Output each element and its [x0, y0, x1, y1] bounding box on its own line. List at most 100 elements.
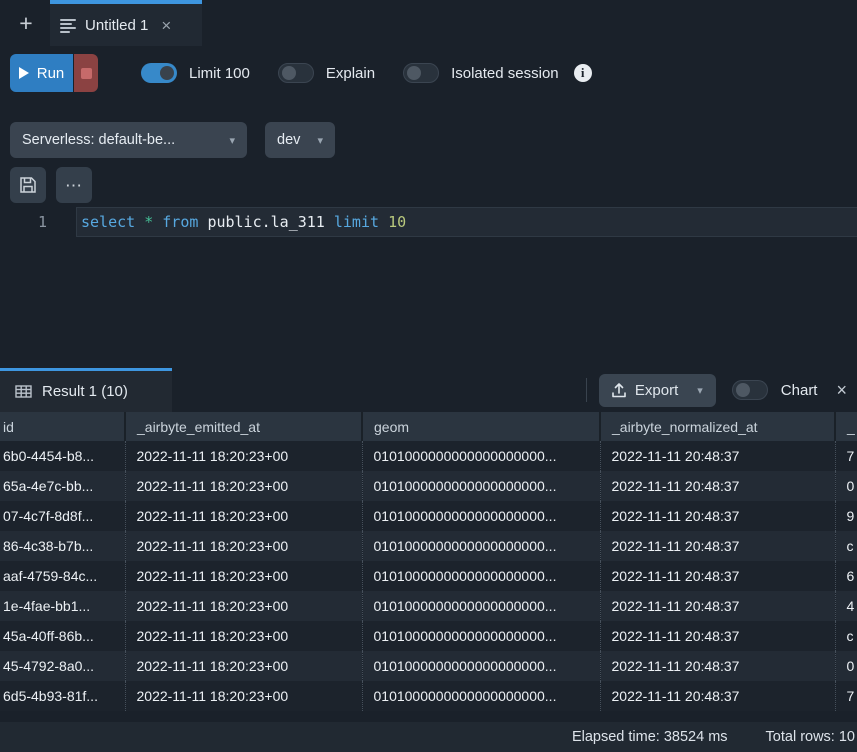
chevron-down-icon: ▾ [229, 134, 235, 147]
column-header-geom[interactable]: geom [362, 412, 600, 441]
cell-id: aaf-4759-84c... [0, 561, 125, 591]
script-icon [60, 17, 76, 33]
export-button-label: Export [635, 382, 678, 399]
cell-id: 6b0-4454-b8... [0, 441, 125, 471]
sql-code-editor[interactable]: 1 select * from public.la_311 limit 10 [0, 205, 857, 368]
cell-normalized: 2022-11-11 20:48:37 [600, 651, 835, 681]
sql-keyword: select [81, 213, 144, 231]
ellipsis-icon: ⋯ [65, 177, 83, 194]
tab-title: Untitled 1 [85, 17, 148, 34]
cell-truncated: c [835, 621, 857, 651]
stop-icon [81, 68, 92, 79]
sql-table-identifier: public.la_311 [207, 213, 333, 231]
cell-geom: 0101000000000000000000... [362, 531, 600, 561]
cell-normalized: 2022-11-11 20:48:37 [600, 591, 835, 621]
table-row: 86-4c38-b7b...2022-11-11 18:20:23+000101… [0, 531, 857, 561]
export-button[interactable]: Export ▾ [599, 374, 716, 407]
cell-geom: 0101000000000000000000... [362, 471, 600, 501]
column-header-airbyte-emitted-at[interactable]: _airbyte_emitted_at [125, 412, 362, 441]
cell-id: 86-4c38-b7b... [0, 531, 125, 561]
cell-normalized: 2022-11-11 20:48:37 [600, 501, 835, 531]
isolated-session-toggle[interactable] [403, 63, 439, 83]
save-button[interactable] [10, 167, 46, 203]
cell-truncated: 7 [835, 681, 857, 711]
table-row: 45-4792-8a0...2022-11-11 18:20:23+000101… [0, 651, 857, 681]
table-row: aaf-4759-84c...2022-11-11 18:20:23+00010… [0, 561, 857, 591]
cell-emitted: 2022-11-11 18:20:23+00 [125, 651, 362, 681]
cell-normalized: 2022-11-11 20:48:37 [600, 441, 835, 471]
compute-endpoint-dropdown[interactable]: Serverless: default-be... ▾ [10, 122, 247, 158]
chevron-down-icon: ▾ [317, 134, 323, 147]
cell-truncated: 0 [835, 651, 857, 681]
new-tab-button[interactable]: + [13, 8, 39, 38]
total-rows-text: Total rows: 10 [766, 729, 855, 745]
cell-truncated: c [835, 531, 857, 561]
divider [586, 378, 587, 402]
column-header-id[interactable]: id [0, 412, 125, 441]
file-actions-row: ⋯ [10, 167, 92, 203]
chart-toggle-label: Chart [781, 382, 818, 399]
column-header-truncated[interactable]: _ [835, 412, 857, 441]
play-icon [19, 67, 29, 79]
info-icon[interactable]: i [574, 64, 592, 82]
cell-emitted: 2022-11-11 18:20:23+00 [125, 531, 362, 561]
explain-toggle[interactable] [278, 63, 314, 83]
line-number: 1 [0, 207, 47, 237]
cell-truncated: 0 [835, 471, 857, 501]
sql-star-operator: * [144, 213, 162, 231]
header-row: id _airbyte_emitted_at geom _airbyte_nor… [0, 412, 857, 441]
chart-toggle[interactable] [732, 380, 768, 400]
table-row: 1e-4fae-bb1...2022-11-11 18:20:23+000101… [0, 591, 857, 621]
cell-geom: 0101000000000000000000... [362, 681, 600, 711]
sql-editor-window: + Untitled 1 × Run Limit 100 Explain [0, 0, 857, 752]
chevron-down-icon: ▾ [697, 384, 703, 397]
tab-untitled-1[interactable]: Untitled 1 × [50, 0, 202, 46]
database-dropdown[interactable]: dev ▾ [265, 122, 335, 158]
cell-geom: 0101000000000000000000... [362, 441, 600, 471]
table-row: 45a-40ff-86b...2022-11-11 18:20:23+00010… [0, 621, 857, 651]
cell-normalized: 2022-11-11 20:48:37 [600, 531, 835, 561]
sql-number-literal: 10 [388, 213, 406, 231]
table-icon [15, 385, 32, 398]
column-header-airbyte-normalized-at[interactable]: _airbyte_normalized_at [600, 412, 835, 441]
close-tab-icon[interactable]: × [161, 17, 171, 34]
result-tab-label: Result 1 (10) [42, 383, 128, 400]
toggle-knob [407, 66, 421, 80]
results-grid: id _airbyte_emitted_at geom _airbyte_nor… [0, 412, 857, 711]
result-tab[interactable]: Result 1 (10) [0, 368, 172, 412]
cell-id: 45a-40ff-86b... [0, 621, 125, 651]
elapsed-time-text: Elapsed time: 38524 ms [572, 729, 728, 745]
cell-normalized: 2022-11-11 20:48:37 [600, 681, 835, 711]
toggle-knob [160, 66, 174, 80]
isolated-session-toggle-label: Isolated session [451, 65, 559, 82]
limit-toggle-label: Limit 100 [189, 65, 250, 82]
cell-emitted: 2022-11-11 18:20:23+00 [125, 681, 362, 711]
cell-geom: 0101000000000000000000... [362, 501, 600, 531]
stop-button[interactable] [74, 54, 98, 92]
cell-geom: 0101000000000000000000... [362, 651, 600, 681]
close-results-icon[interactable]: × [836, 381, 847, 399]
limit-toggle[interactable] [141, 63, 177, 83]
cell-id: 6d5-4b93-81f... [0, 681, 125, 711]
cell-normalized: 2022-11-11 20:48:37 [600, 621, 835, 651]
cell-emitted: 2022-11-11 18:20:23+00 [125, 621, 362, 651]
cell-truncated: 9 [835, 501, 857, 531]
table-row: 6b0-4454-b8...2022-11-11 18:20:23+000101… [0, 441, 857, 471]
cell-emitted: 2022-11-11 18:20:23+00 [125, 561, 362, 591]
run-button[interactable]: Run [10, 54, 73, 92]
run-button-label: Run [37, 65, 65, 82]
code-line-1[interactable]: select * from public.la_311 limit 10 [76, 207, 857, 237]
upload-icon [612, 383, 626, 398]
cell-id: 1e-4fae-bb1... [0, 591, 125, 621]
save-icon [19, 176, 37, 194]
cell-emitted: 2022-11-11 18:20:23+00 [125, 441, 362, 471]
results-table: id _airbyte_emitted_at geom _airbyte_nor… [0, 412, 857, 711]
cell-geom: 0101000000000000000000... [362, 621, 600, 651]
more-options-button[interactable]: ⋯ [56, 167, 92, 203]
cell-truncated: 6 [835, 561, 857, 591]
query-toolbar: Run Limit 100 Explain Isolated session i [10, 53, 857, 93]
cell-id: 07-4c7f-8d8f... [0, 501, 125, 531]
database-value: dev [277, 132, 300, 148]
cell-normalized: 2022-11-11 20:48:37 [600, 561, 835, 591]
compute-endpoint-value: Serverless: default-be... [22, 132, 175, 148]
